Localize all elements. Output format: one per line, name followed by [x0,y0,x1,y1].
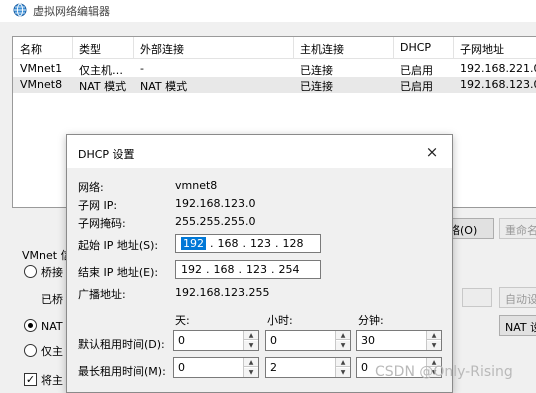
dhcp-settings-dialog: DHCP 设置 × 网络: vmnet8 子网 IP: 192.168.123.… [66,134,453,393]
row-name: VMnet1 [20,62,63,75]
row-host: 已连接 [300,64,333,77]
ip-octet[interactable]: 123 [250,237,271,250]
spinner-value: 0 [361,361,368,374]
row-external: - [140,62,144,75]
subnet-mask-label: 子网掩码: [78,217,126,230]
globe-icon [13,3,27,17]
subnet-ip-label: 子网 IP: [78,199,118,212]
subnet-mask-value: 255.255.255.0 [175,215,256,228]
broadcast-label: 广播地址: [78,288,126,301]
bridged-adapter-select[interactable] [462,288,492,307]
ip-octet[interactable]: 192 [181,263,202,276]
chevron-down-icon[interactable]: ▼ [244,368,258,377]
spinner-value: 2 [270,361,277,374]
row-subnet: 192.168.123.0 [460,78,536,91]
chevron-up-icon[interactable]: ▲ [427,331,441,340]
bridged-radio[interactable] [24,265,37,278]
column-header-dhcp[interactable]: DHCP [400,41,431,54]
ip-octet[interactable]: 128 [283,237,304,250]
host-only-radio[interactable] [24,344,37,357]
default-lease-days-spinner[interactable]: 0 ▲ ▼ [173,330,259,351]
column-header-type[interactable]: 类型 [79,41,101,57]
close-icon[interactable]: × [421,143,443,161]
table-header: 名称 类型 外部连接 主机连接 DHCP 子网地址 [13,37,536,59]
row-type: 仅主机… [79,64,123,77]
ip-octet[interactable]: 168 [214,263,235,276]
start-ip-label: 起始 IP 地址(S): [78,239,159,252]
nat-radio[interactable] [24,319,37,332]
chevron-up-icon[interactable]: ▲ [336,331,350,340]
end-ip-input[interactable]: 192. 168. 123. 254 [175,260,321,279]
connect-host-label: 将主 [41,374,63,387]
spinner-value: 0 [270,334,277,347]
row-type: NAT 模式 [79,80,127,93]
default-lease-label: 默认租用时间(D): [78,338,165,351]
bridged-label: 桥接 [41,266,63,279]
ip-octet[interactable]: 192 [181,237,206,250]
ip-octet[interactable]: 168 [218,237,239,250]
chevron-down-icon[interactable]: ▼ [336,368,350,377]
chevron-up-icon[interactable]: ▲ [336,358,350,367]
rename-network-button[interactable]: 重命名 [499,218,536,239]
row-external: NAT 模式 [140,80,188,93]
ip-octet[interactable]: 254 [279,263,300,276]
dialog-title-bar: DHCP 设置 × [67,135,452,168]
table-row[interactable]: VMnet1 仅主机… - 已连接 已启用 192.168.221.0 [13,61,536,77]
watermark: CSDN @Only-Rising [375,364,513,380]
auto-settings-button[interactable]: 自动设 [499,287,536,308]
minutes-header: 分钟: [358,314,384,327]
subnet-ip-value: 192.168.123.0 [175,197,256,210]
row-name: VMnet8 [20,78,63,91]
network-value: vmnet8 [175,179,218,192]
dialog-title: DHCP 设置 [78,148,135,161]
spinner-value: 0 [178,361,185,374]
row-subnet: 192.168.221.0 [460,62,536,75]
column-header-subnet[interactable]: 子网地址 [460,41,504,57]
table-row[interactable]: VMnet8 NAT 模式 NAT 模式 已连接 已启用 192.168.123… [13,77,536,93]
default-lease-minutes-spinner[interactable]: 30 ▲ ▼ [356,330,442,351]
max-lease-hours-spinner[interactable]: 2 ▲ ▼ [265,357,351,378]
connect-host-checkbox[interactable]: ✓ [24,373,37,386]
column-header-name[interactable]: 名称 [20,41,42,57]
column-header-external[interactable]: 外部连接 [140,41,184,57]
chevron-down-icon[interactable]: ▼ [427,341,441,350]
max-lease-days-spinner[interactable]: 0 ▲ ▼ [173,357,259,378]
nat-settings-button[interactable]: NAT 设 [499,315,536,336]
hours-header: 小时: [267,314,293,327]
bridged-to-label: 已桥 [41,293,63,306]
chevron-down-icon[interactable]: ▼ [244,341,258,350]
spinner-value: 30 [361,334,375,347]
row-host: 已连接 [300,80,333,93]
chevron-up-icon[interactable]: ▲ [244,331,258,340]
end-ip-label: 结束 IP 地址(E): [78,266,159,279]
days-header: 天: [175,314,190,327]
host-only-label: 仅主 [41,345,63,358]
vmnet-info-group-label: VMnet 信 [22,247,72,263]
start-ip-input[interactable]: 192. 168. 123. 128 [175,234,321,253]
network-label: 网络: [78,181,104,194]
title-bar: 虚拟网络编辑器 [0,0,536,22]
chevron-up-icon[interactable]: ▲ [244,358,258,367]
default-lease-hours-spinner[interactable]: 0 ▲ ▼ [265,330,351,351]
row-dhcp: 已启用 [400,64,433,77]
column-header-host[interactable]: 主机连接 [300,41,344,57]
ip-octet[interactable]: 123 [246,263,267,276]
row-dhcp: 已启用 [400,80,433,93]
spinner-value: 0 [178,334,185,347]
broadcast-value: 192.168.123.255 [175,286,270,299]
chevron-down-icon[interactable]: ▼ [336,341,350,350]
max-lease-label: 最长租用时间(M): [78,365,166,378]
window-title: 虚拟网络编辑器 [33,5,110,18]
check-icon: ✓ [25,373,36,386]
